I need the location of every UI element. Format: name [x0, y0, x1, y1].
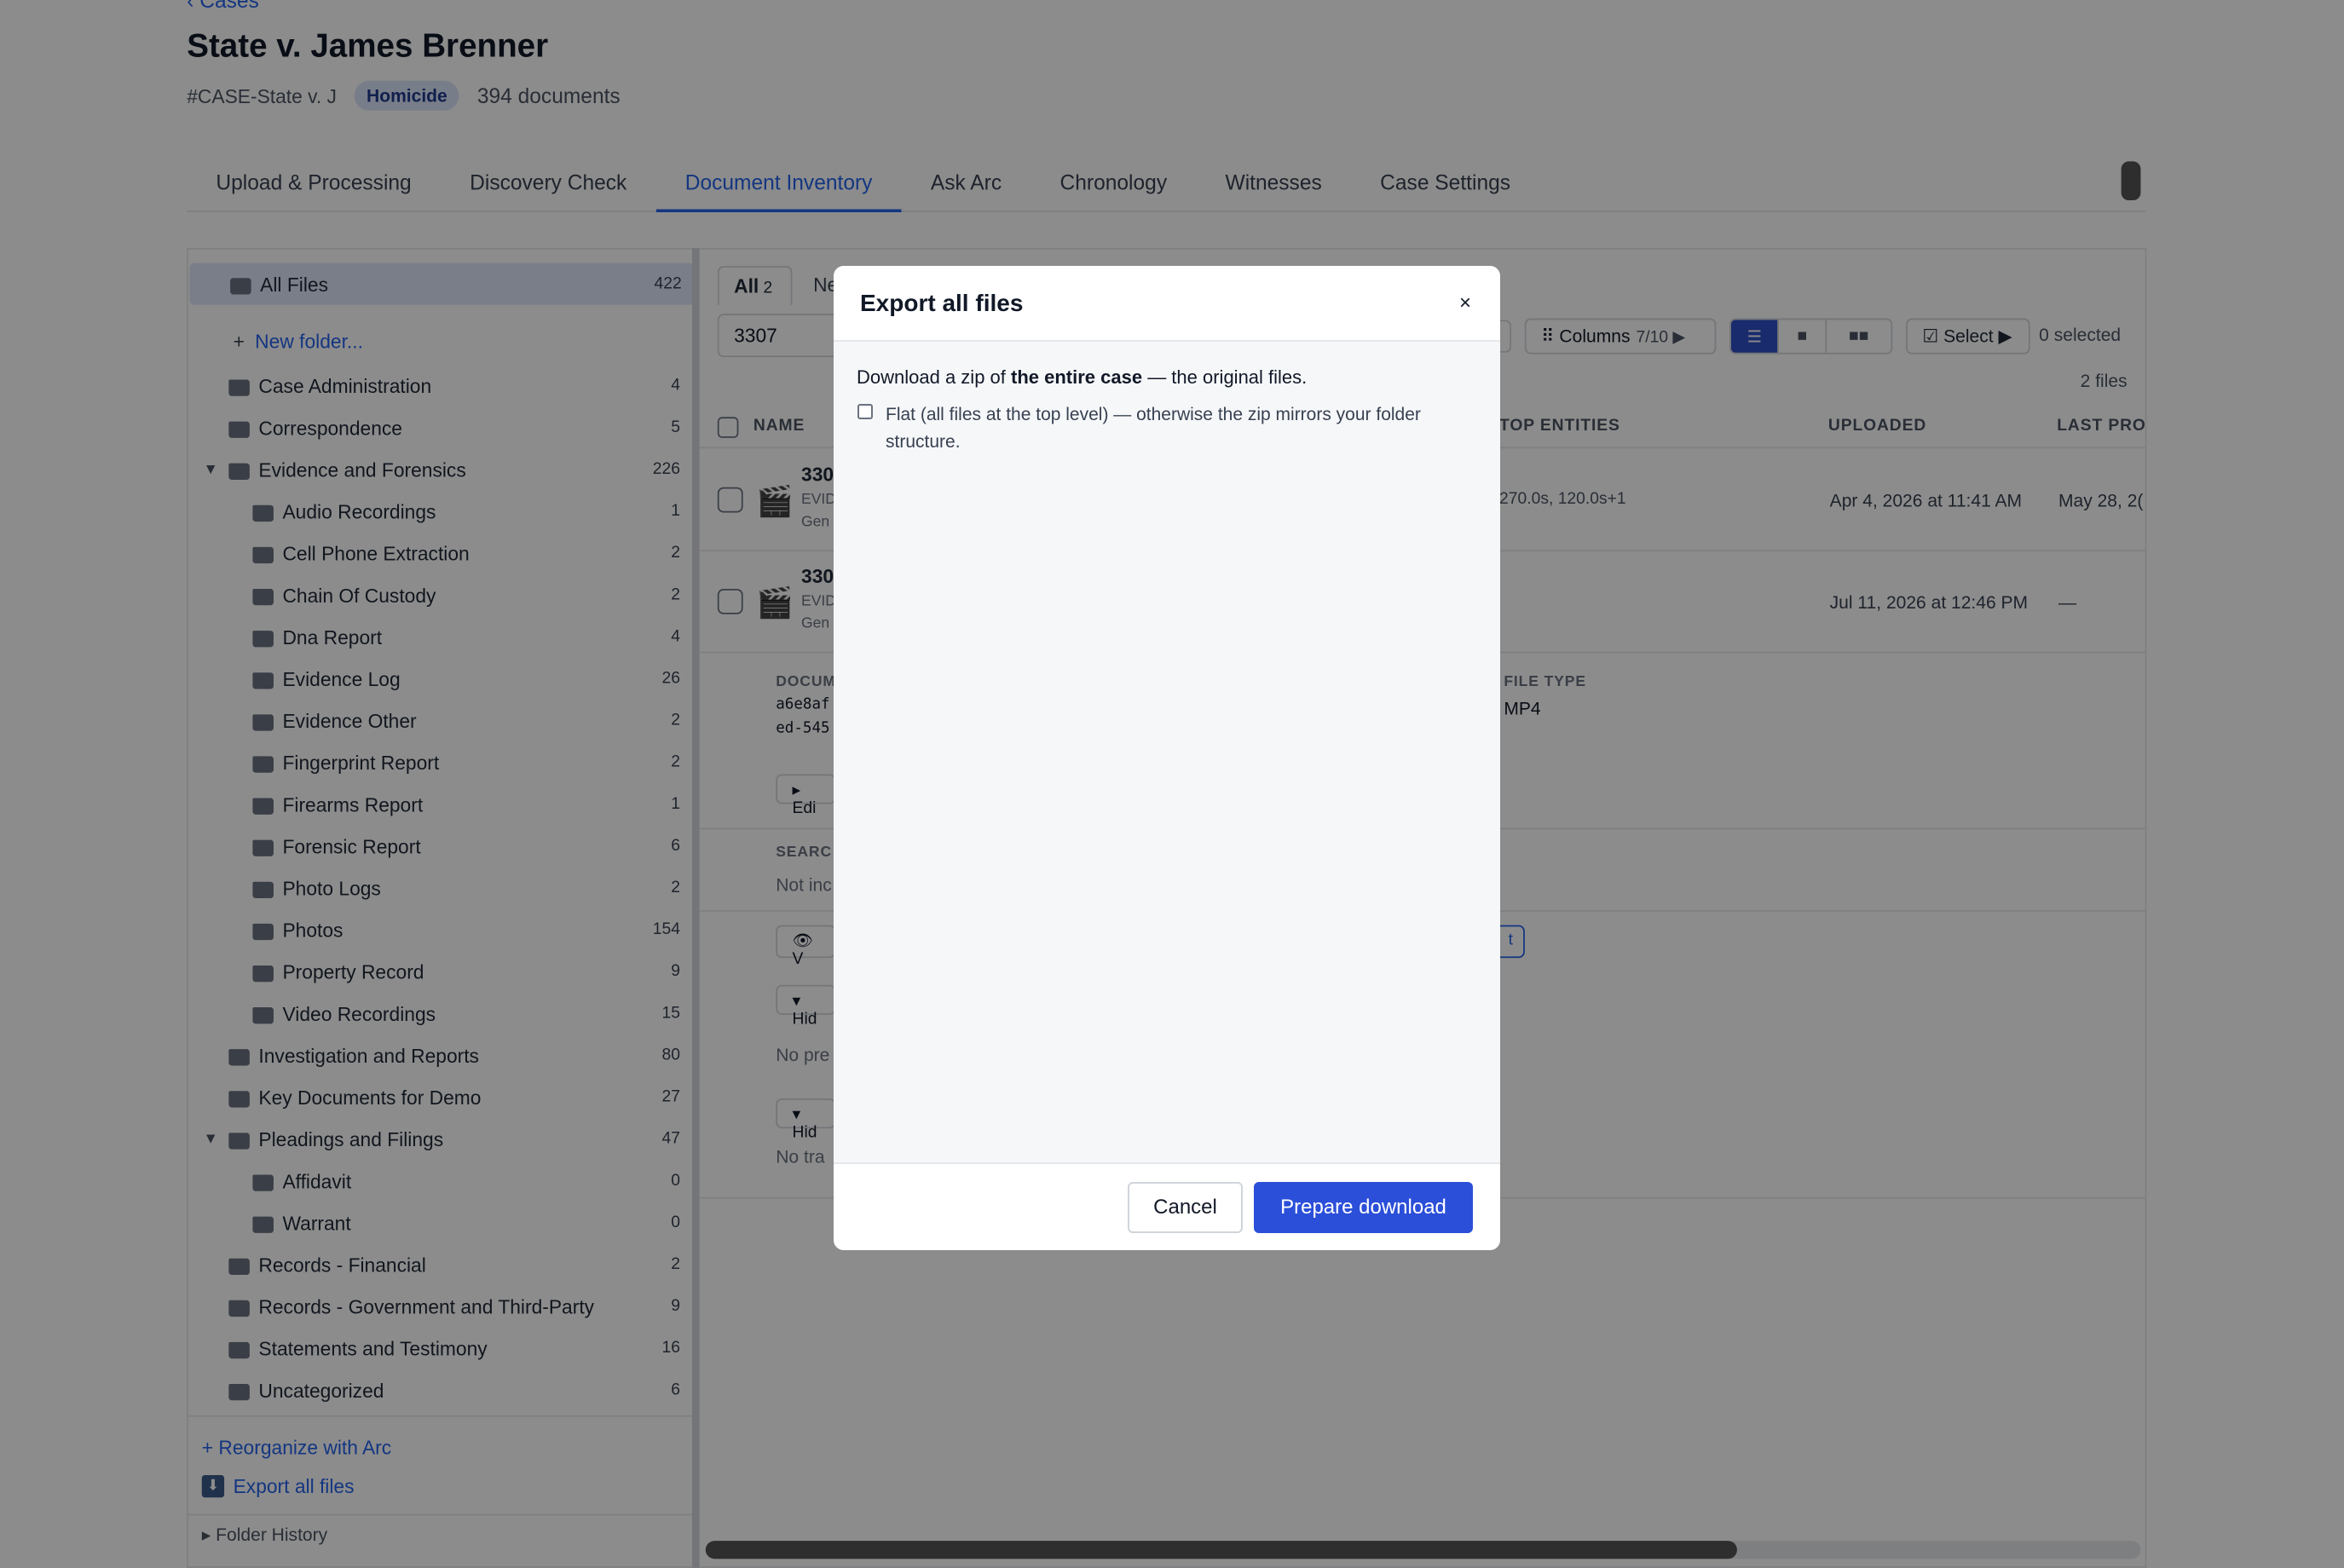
desc-text: Download a zip of — [857, 366, 1011, 388]
desc-emphasis: the entire case — [1011, 366, 1143, 388]
dialog-header: Export all files × — [834, 266, 1500, 342]
desc-text-end: — the original files. — [1142, 366, 1308, 388]
prepare-download-button[interactable]: Prepare download — [1254, 1182, 1473, 1233]
dialog-description: Download a zip of the entire case — the … — [857, 366, 1307, 389]
close-icon[interactable]: × — [1452, 291, 1478, 317]
cancel-button[interactable]: Cancel — [1128, 1182, 1243, 1233]
flat-checkbox[interactable] — [857, 404, 873, 419]
export-dialog: Export all files × Download a zip of the… — [834, 266, 1500, 1250]
flat-checkbox-label[interactable]: Flat (all files at the top level) — othe… — [886, 401, 1474, 456]
dialog-title: Export all files — [860, 290, 1024, 316]
dialog-footer: Cancel Prepare download — [834, 1162, 1500, 1250]
dialog-body: Download a zip of the entire case — the … — [834, 343, 1500, 1003]
